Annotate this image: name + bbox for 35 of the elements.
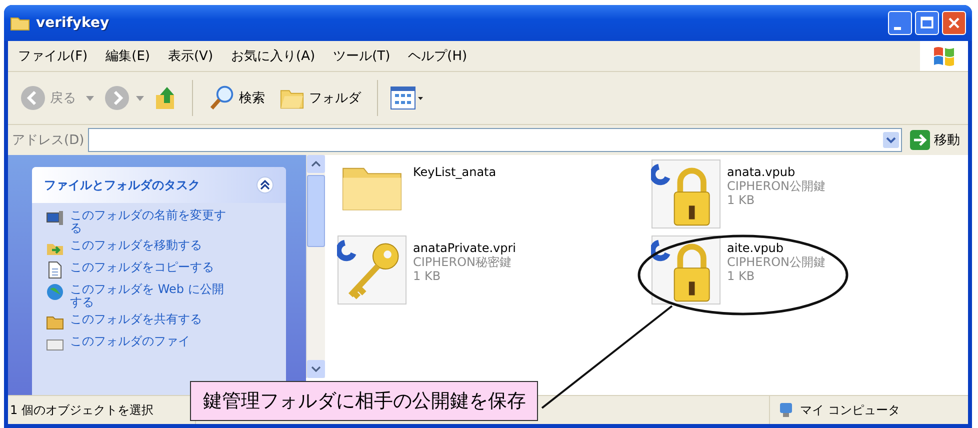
search-button[interactable]: 検索 <box>205 83 269 113</box>
menu-item[interactable]: ツール(T) <box>333 47 390 65</box>
file-type: CIPHERON秘密鍵 <box>413 255 513 269</box>
file-size: 1 KB <box>727 193 756 207</box>
annotation-tooltip: 鍵管理フォルダに相手の公開鍵を保存 <box>190 381 538 421</box>
go-button[interactable]: 移動 <box>906 130 964 150</box>
task-link[interactable]: このフォルダの名前を変更する <box>70 209 230 235</box>
menu-item[interactable]: お気に入り(A) <box>231 47 316 65</box>
file-type: CIPHERON公開鍵 <box>727 179 826 193</box>
task-link[interactable]: このフォルダを共有する <box>70 313 230 326</box>
task-link[interactable]: このフォルダを Web に公開する <box>70 283 230 309</box>
file-name: KeyList_anata <box>413 165 496 179</box>
file-item[interactable]: KeyList_anata <box>337 159 496 231</box>
folders-button[interactable]: フォルダ <box>275 84 365 112</box>
address-label: アドレス(D) <box>12 132 84 149</box>
menu-item[interactable]: 編集(E) <box>106 47 150 65</box>
status-location: マイ コンピュータ <box>800 402 900 418</box>
task-link[interactable]: このフォルダをコピーする <box>70 261 230 274</box>
task-panel-title: ファイルとフォルダのタスク <box>44 176 200 194</box>
status-text: 1 個のオブジェクトを選択 <box>9 402 154 418</box>
menu-item[interactable]: ファイル(F) <box>18 47 88 65</box>
file-item[interactable]: anata.vpub CIPHERON公開鍵 1 KB <box>651 159 826 231</box>
file-item[interactable]: anataPrivate.vpri CIPHERON秘密鍵 1 KB <box>337 235 516 307</box>
file-size: 1 KB <box>727 269 756 283</box>
file-size: 1 KB <box>413 269 442 283</box>
window-title: verifykey <box>36 15 110 31</box>
task-link[interactable]: このフォルダのファイ <box>70 335 230 348</box>
file-name: aite.vpub <box>727 241 785 255</box>
menu-item[interactable]: ヘルプ(H) <box>408 47 468 65</box>
menu-item[interactable]: 表示(V) <box>168 47 214 65</box>
file-item[interactable]: aite.vpub CIPHERON公開鍵 1 KB <box>651 235 826 307</box>
task-link[interactable]: このフォルダを移動する <box>70 239 230 252</box>
file-name: anata.vpub <box>727 165 796 179</box>
file-type: CIPHERON公開鍵 <box>727 255 826 269</box>
file-name: anataPrivate.vpri <box>413 241 516 255</box>
